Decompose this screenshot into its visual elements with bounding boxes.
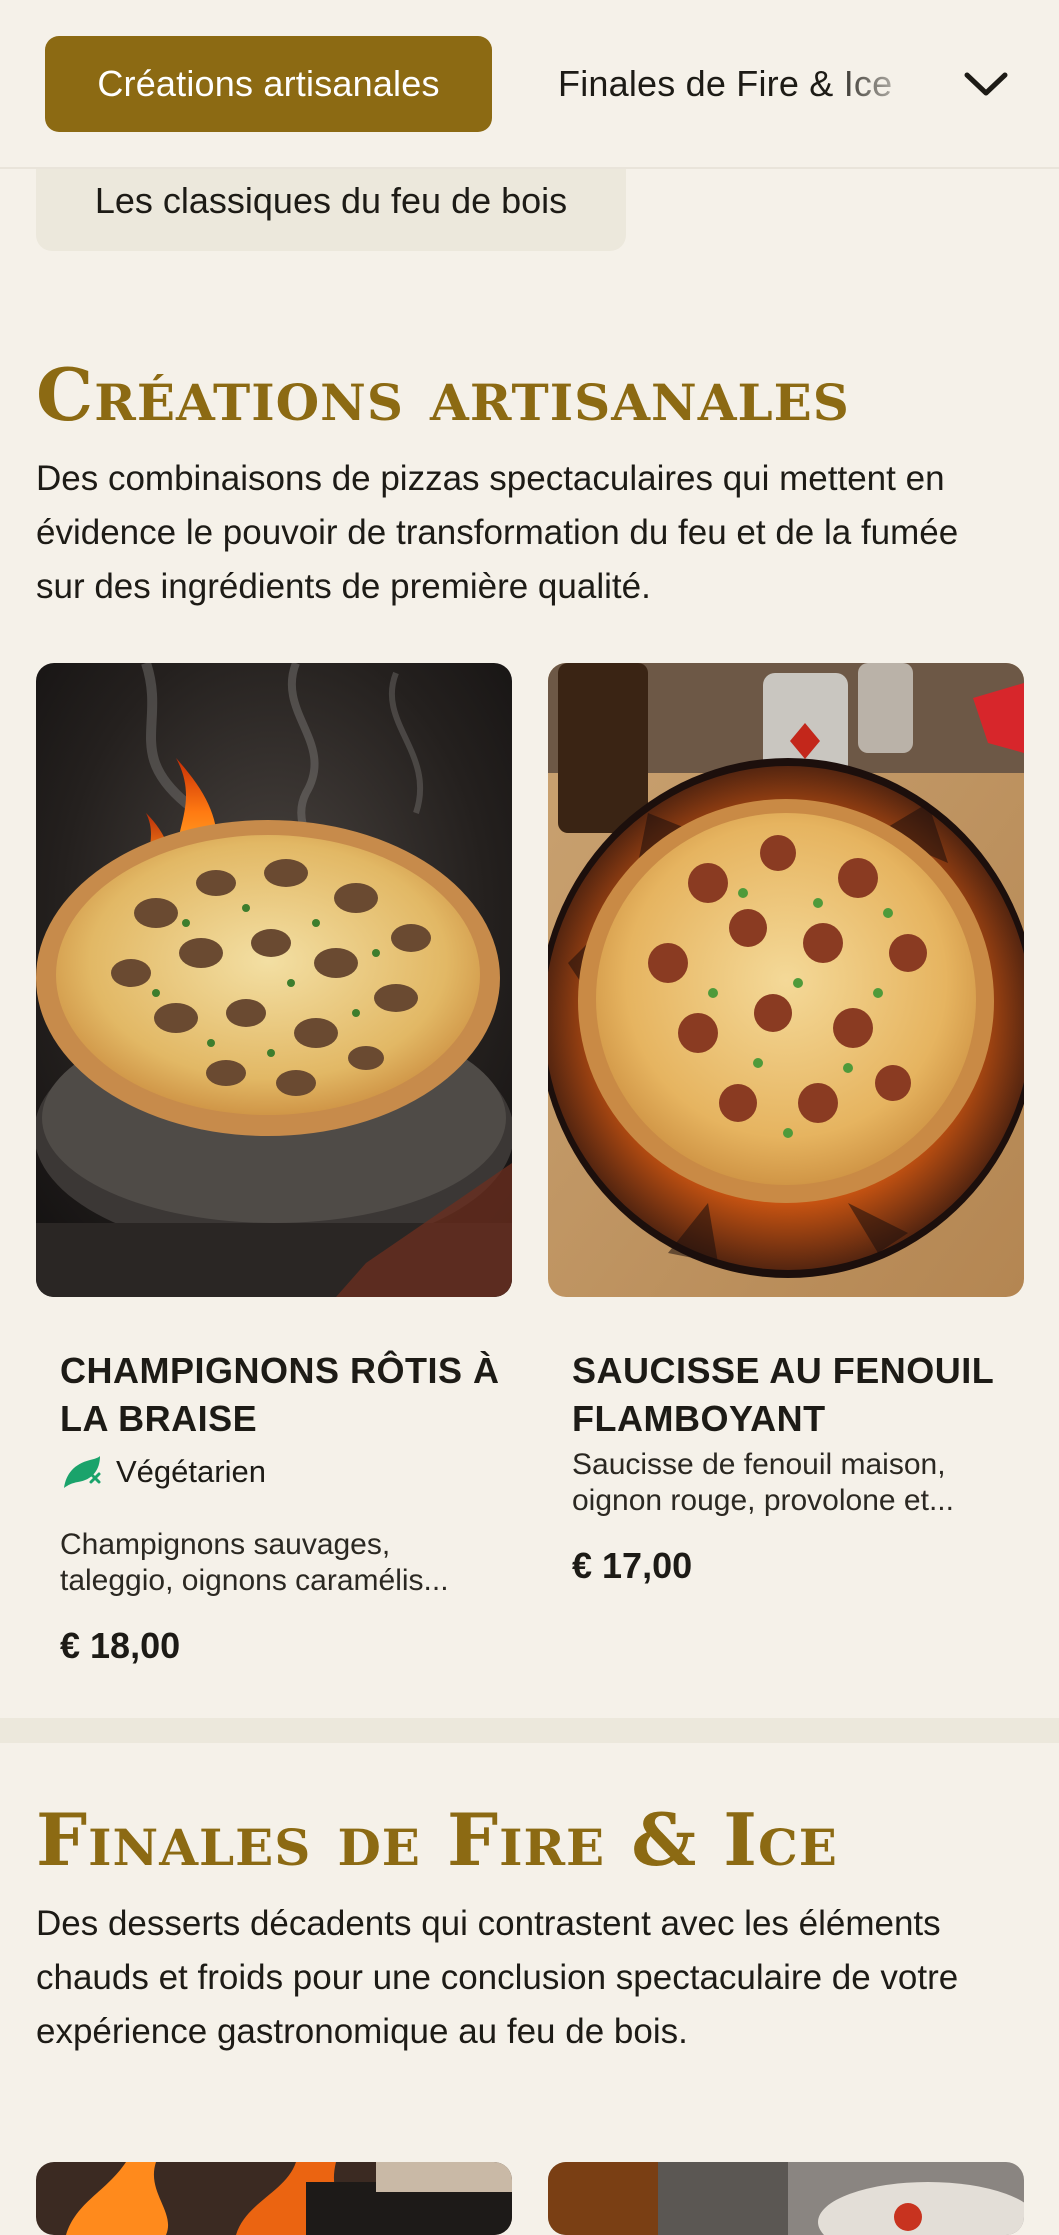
category-nav: Créations artisanales Finales de Fire & … <box>0 0 1059 169</box>
category-chip-label: Créations artisanales <box>97 63 440 104</box>
menu-item-card[interactable] <box>548 2162 1024 2235</box>
category-dropdown-button[interactable] <box>950 52 1022 116</box>
category-chip-label: Les classiques du feu de bois <box>94 179 568 221</box>
menu-item-image <box>548 663 1024 1297</box>
description-line: taleggio, oignons caramélis... <box>60 1564 449 1597</box>
description-line: oignon rouge, provolone et... <box>572 1484 954 1517</box>
section-title: Finales de Fire & Ice <box>36 1797 838 1882</box>
section-divider <box>0 1718 1059 1743</box>
chevron-down-icon <box>964 72 1008 96</box>
dietary-tag-label: Végétarien <box>116 1454 266 1489</box>
section-description: Des desserts décadents qui contrastent a… <box>36 1904 959 2051</box>
section-title: Créations artisanales <box>36 352 850 437</box>
scroll-fade <box>830 36 920 132</box>
category-chip-creations[interactable]: Créations artisanales <box>45 36 492 132</box>
menu-item-card[interactable]: Champignons rôtis à la braise Végétarien… <box>36 663 512 1683</box>
menu-item-image <box>548 2162 1024 2235</box>
description-line: Saucisse de fenouil maison, <box>572 1448 946 1481</box>
section-description: Des combinaisons de pizzas spectaculaire… <box>36 459 959 606</box>
vegetarian-leaf-icon <box>64 1456 101 1488</box>
menu-item-description: Champignons sauvages, taleggio, oignons … <box>60 1527 500 1599</box>
menu-item-price: € 17,00 <box>572 1545 693 1586</box>
description-line: Champignons sauvages, <box>60 1528 391 1561</box>
menu-item-price: € 18,00 <box>60 1625 181 1666</box>
menu-item-name: Champignons rôtis à la braise <box>60 1350 500 1439</box>
menu-item-name: Saucisse au fenouil flamboyant <box>572 1350 994 1439</box>
category-chip-finales[interactable]: Finales de Fire & Ice <box>540 36 920 132</box>
menu-item-image <box>36 2162 512 2235</box>
menu-item-description: Saucisse de fenouil maison, oignon rouge… <box>572 1447 1012 1519</box>
menu-item-image <box>36 663 512 1297</box>
menu-item-card[interactable]: Saucisse au fenouil flamboyant Saucisse … <box>548 663 1024 1603</box>
menu-item-card[interactable] <box>36 2162 512 2235</box>
dietary-tag: Végétarien <box>60 1454 266 1490</box>
